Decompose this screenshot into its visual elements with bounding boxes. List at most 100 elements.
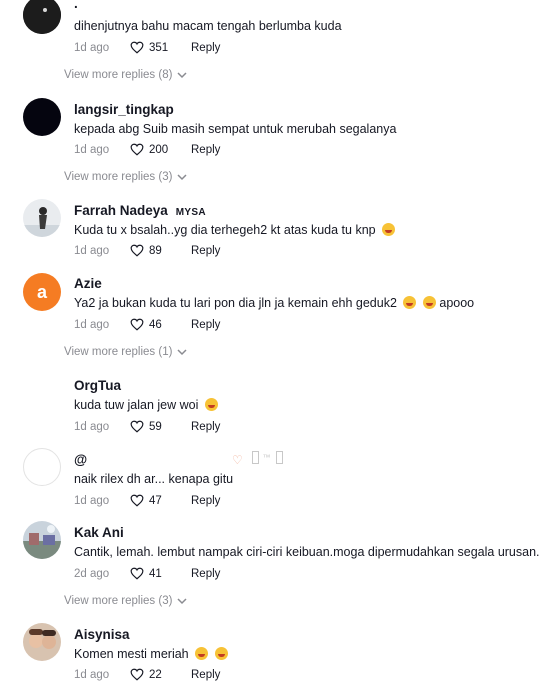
like-button[interactable]: 200 <box>130 143 183 156</box>
comment-age: 1d ago <box>74 318 110 331</box>
comment-username[interactable]: Aisynisa <box>74 627 130 642</box>
comment-age: 1d ago <box>74 494 110 507</box>
comment-text: naik rilex dh ar... kenapa gitu <box>74 472 234 486</box>
comment-age: 1d ago <box>74 41 110 54</box>
comment-username[interactable]: OrgTua <box>74 378 121 393</box>
comment-username[interactable]: Farrah Nadeya MYSA <box>74 203 206 218</box>
avatar[interactable] <box>23 521 61 559</box>
avatar[interactable]: a <box>23 273 61 311</box>
like-count: 59 <box>149 420 162 433</box>
like-button[interactable]: 22 <box>130 668 183 681</box>
like-count: 47 <box>149 494 162 507</box>
heart-outline-icon <box>130 41 144 54</box>
heart-hands-icon: ♡ <box>232 453 243 467</box>
avatar[interactable] <box>23 0 61 34</box>
comment-meta: 1d ago 89 Reply <box>74 244 220 257</box>
laughing-emoji-icon <box>204 398 218 411</box>
like-count: 46 <box>149 318 162 331</box>
comment-text-body: Kuda tu x bsalah..yg dia terhegeh2 kt at… <box>74 223 376 237</box>
comment-text: Kuda tu x bsalah..yg dia terhegeh2 kt at… <box>74 223 396 237</box>
placeholder-glyph-icon <box>252 451 260 464</box>
avatar[interactable] <box>23 199 61 237</box>
like-button[interactable]: 59 <box>130 420 183 433</box>
comment-text: Ya2 ja bukan kuda tu lari pon dia jln ja… <box>74 296 474 310</box>
chevron-down-icon <box>177 348 187 355</box>
comment-text-suffix: apooo <box>439 296 475 310</box>
heart-outline-icon <box>130 494 144 507</box>
view-more-replies[interactable]: View more replies (3) <box>64 595 187 607</box>
reply-button[interactable]: Reply <box>191 421 220 433</box>
reply-button[interactable]: Reply <box>191 42 220 54</box>
chevron-down-icon <box>177 597 187 604</box>
avatar-image <box>23 0 61 34</box>
comment-meta: 2d ago 41 Reply <box>74 567 220 580</box>
comment-meta: 1d ago 59 Reply <box>74 420 220 433</box>
view-more-replies-label: View more replies (3) <box>64 595 173 607</box>
comment-text: kuda tuw jalan jew woi <box>74 398 218 412</box>
comment-username[interactable]: . <box>74 0 78 11</box>
laughing-emoji-icon <box>382 223 396 236</box>
comment-username[interactable]: @ <box>74 452 87 467</box>
laughing-emoji-icon <box>422 296 436 309</box>
like-count: 41 <box>149 567 162 580</box>
comment-meta: 1d ago 351 Reply <box>74 41 220 54</box>
like-button[interactable]: 46 <box>130 318 183 331</box>
comment-username[interactable]: Kak Ani <box>74 525 124 540</box>
laughing-emoji-icon <box>403 296 417 309</box>
comment-meta: 1d ago 200 Reply <box>74 143 220 156</box>
like-button[interactable]: 47 <box>130 494 183 507</box>
like-button[interactable]: 41 <box>130 567 183 580</box>
view-more-replies-label: View more replies (8) <box>64 69 173 81</box>
laughing-emoji-icon <box>214 647 228 660</box>
view-more-replies[interactable]: View more replies (3) <box>64 171 187 183</box>
like-count: 89 <box>149 244 162 257</box>
reply-button[interactable]: Reply <box>191 144 220 156</box>
avatar-image <box>23 199 61 237</box>
comment-meta: 1d ago 22 Reply <box>74 668 220 681</box>
comment-age: 1d ago <box>74 143 110 156</box>
view-more-replies[interactable]: View more replies (8) <box>64 69 187 81</box>
comment-text-body: Ya2 ja bukan kuda tu lari pon dia jln ja… <box>74 296 397 310</box>
reply-button[interactable]: Reply <box>191 245 220 257</box>
reply-button[interactable]: Reply <box>191 568 220 580</box>
comment-username[interactable]: langsir_tingkap <box>74 102 174 117</box>
comment-username-text: Farrah Nadeya <box>74 203 168 218</box>
reply-button[interactable]: Reply <box>191 669 220 681</box>
comment-text: dihenjutnya bahu macam tengah berlumba k… <box>74 19 342 33</box>
view-more-replies[interactable]: View more replies (1) <box>64 346 187 358</box>
like-count: 351 <box>149 41 169 54</box>
avatar[interactable] <box>23 98 61 136</box>
comment-age: 1d ago <box>74 668 110 681</box>
comment-text: Komen mesti meriah <box>74 647 228 661</box>
comment-text: Cantik, lemah. lembut nampak ciri-ciri k… <box>74 545 540 559</box>
chevron-down-icon <box>177 71 187 78</box>
reply-button[interactable]: Reply <box>191 495 220 507</box>
placeholder-glyph-icon <box>275 451 283 464</box>
comment-age: 1d ago <box>74 420 110 433</box>
heart-outline-icon <box>130 567 144 580</box>
heart-outline-icon <box>130 244 144 257</box>
like-button[interactable]: 89 <box>130 244 183 257</box>
comment-meta: 1d ago 46 Reply <box>74 318 220 331</box>
comment-text-body: kuda tuw jalan jew woi <box>74 398 199 412</box>
like-button[interactable]: 351 <box>130 41 183 54</box>
like-count: 22 <box>149 668 162 681</box>
avatar[interactable] <box>23 448 61 486</box>
laughing-emoji-icon <box>195 647 209 660</box>
comment-meta: 1d ago 47 Reply <box>74 494 220 507</box>
heart-outline-icon <box>130 420 144 433</box>
avatar-image <box>23 521 61 559</box>
trademark-glyph: ™ <box>262 453 271 462</box>
comment-text-body: Komen mesti meriah <box>74 647 189 661</box>
avatar-image <box>23 623 61 661</box>
avatar[interactable] <box>23 623 61 661</box>
heart-outline-icon <box>130 668 144 681</box>
reply-button[interactable]: Reply <box>191 319 220 331</box>
view-more-replies-label: View more replies (1) <box>64 346 173 358</box>
like-count: 200 <box>149 143 169 156</box>
heart-outline-icon <box>130 318 144 331</box>
decorative-glyphs: ♡ ™ <box>232 451 283 467</box>
chevron-down-icon <box>177 173 187 180</box>
user-tag: MYSA <box>175 207 206 218</box>
comment-username[interactable]: Azie <box>74 276 102 291</box>
